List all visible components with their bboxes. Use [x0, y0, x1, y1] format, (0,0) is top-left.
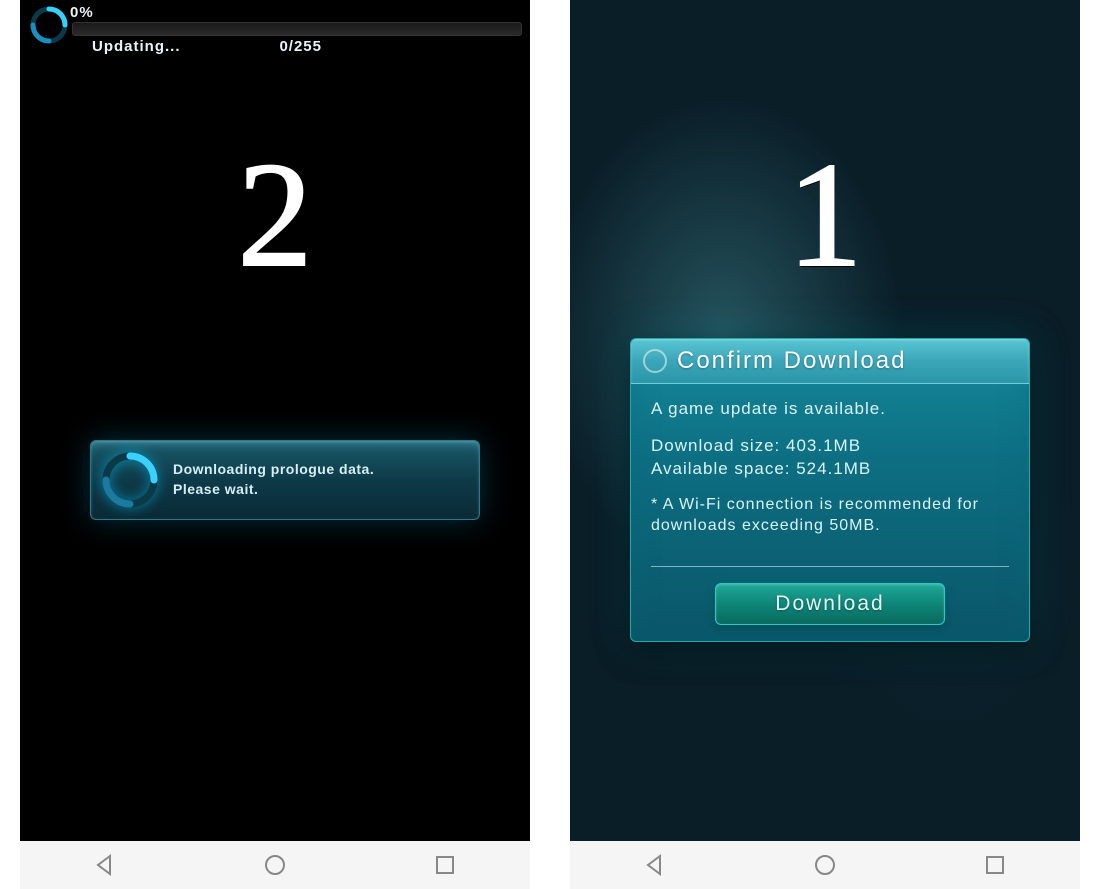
progress-spinner-small: [28, 4, 70, 46]
dialog-divider: [651, 566, 1009, 567]
download-button[interactable]: Download: [715, 583, 945, 625]
download-size: Download size: 403.1MB: [651, 435, 1009, 458]
dialog-title: Confirm Download: [677, 347, 906, 375]
android-navbar: [570, 841, 1080, 889]
progress-bar: [72, 22, 522, 36]
wifi-note: * A Wi-Fi connection is recommended for …: [651, 495, 1009, 537]
spinner-large: [99, 449, 161, 511]
nav-home-icon[interactable]: [813, 853, 837, 877]
downloading-banner: Downloading prologue data. Please wait.: [90, 440, 480, 520]
nav-back-icon[interactable]: [93, 853, 117, 877]
progress-status-text: Updating...: [92, 38, 181, 55]
nav-recent-icon[interactable]: [433, 853, 457, 877]
overlay-number-2: 2: [20, 140, 530, 290]
screen-confirm-download: 1 Confirm Download A game update is avai…: [570, 0, 1080, 841]
banner-line2: Please wait.: [173, 480, 374, 500]
progress-status-row: Updating... 0/255: [92, 38, 522, 55]
nav-home-icon[interactable]: [263, 853, 287, 877]
confirm-download-dialog: Confirm Download A game update is availa…: [630, 338, 1030, 642]
overlay-number-1: 1: [570, 140, 1080, 290]
dialog-body: A game update is available. Download siz…: [631, 384, 1029, 546]
phone-right: 1 Confirm Download A game update is avai…: [570, 0, 1080, 889]
nav-back-icon[interactable]: [643, 853, 667, 877]
dialog-header-ring-icon: [643, 349, 667, 373]
progress-count: 0/255: [279, 38, 322, 55]
progress-percent: 0%: [70, 4, 94, 21]
phone-left: 0% Updating... 0/255 2 Downloading prolo…: [20, 0, 530, 889]
dialog-message: A game update is available.: [651, 398, 1009, 421]
screen-downloading: 0% Updating... 0/255 2 Downloading prolo…: [20, 0, 530, 841]
dialog-header: Confirm Download: [631, 339, 1029, 384]
banner-line1: Downloading prologue data.: [173, 460, 374, 480]
spinner-icon: [99, 449, 161, 511]
banner-text: Downloading prologue data. Please wait.: [173, 460, 374, 499]
available-space: Available space: 524.1MB: [651, 458, 1009, 481]
android-navbar: [20, 841, 530, 889]
nav-recent-icon[interactable]: [983, 853, 1007, 877]
spinner-icon: [28, 4, 70, 46]
